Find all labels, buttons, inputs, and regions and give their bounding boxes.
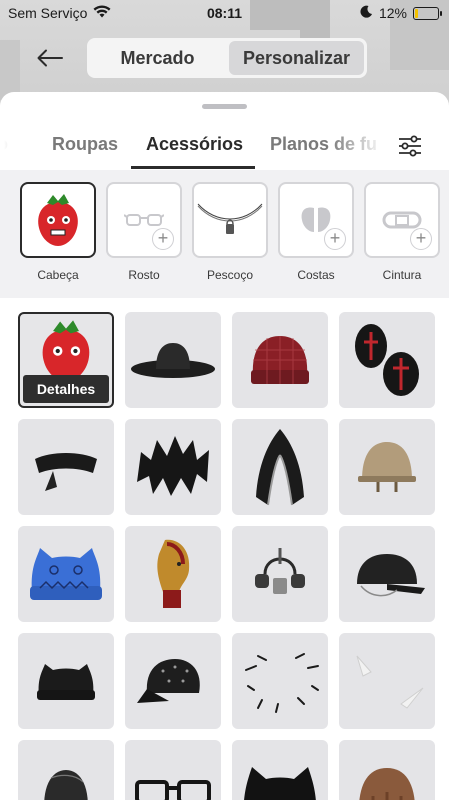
- tab-acessorios[interactable]: Acessórios: [146, 134, 243, 155]
- necklace-icon: [197, 203, 263, 234]
- category-rosto[interactable]: + Rosto: [106, 182, 182, 282]
- details-button[interactable]: Detalhes: [23, 375, 109, 403]
- active-tab-indicator: [131, 166, 255, 169]
- tab-roupas[interactable]: Roupas: [52, 134, 118, 155]
- item-black-bandana[interactable]: [18, 419, 114, 515]
- segment-mercado[interactable]: Mercado: [90, 41, 225, 75]
- item-neck-headphones[interactable]: [232, 526, 328, 622]
- item-black-spikes[interactable]: [232, 633, 328, 729]
- item-brown-hair[interactable]: [339, 740, 435, 800]
- item-black-cat-beanie[interactable]: [18, 633, 114, 729]
- item-black-hood[interactable]: [232, 419, 328, 515]
- status-right: 12%: [360, 5, 442, 21]
- category-label: Rosto: [128, 268, 160, 282]
- battery-icon: [413, 6, 442, 20]
- item-red-plaid-beanie[interactable]: [232, 312, 328, 408]
- tabs-fade-right: [330, 128, 390, 168]
- mode-segmented-control: Mercado Personalizar: [87, 38, 367, 78]
- sliders-icon: [399, 135, 421, 157]
- category-label: Pescoço: [206, 268, 254, 282]
- item-horse-helmet[interactable]: [125, 526, 221, 622]
- item-black-spiked-cap[interactable]: [125, 633, 221, 729]
- accessory-category-row: Cabeça + Rosto Pescoço + Costas + Cintur…: [0, 170, 449, 298]
- sheet-grabber[interactable]: [202, 104, 247, 109]
- item-black-fur-hair[interactable]: [125, 419, 221, 515]
- category-label: Cintura: [382, 268, 422, 282]
- category-costas[interactable]: + Costas: [278, 182, 354, 282]
- item-black-cap-chains[interactable]: [339, 526, 435, 622]
- arrow-left-icon: [37, 49, 63, 67]
- add-icon: +: [410, 228, 432, 250]
- status-bar: Sem Serviço 08:11 12%: [0, 0, 449, 26]
- category-cintura[interactable]: + Cintura: [364, 182, 440, 282]
- moon-icon: [360, 5, 373, 21]
- item-black-hair-clip[interactable]: [18, 740, 114, 800]
- add-icon: +: [324, 228, 346, 250]
- item-strawberry-head[interactable]: Detalhes: [18, 312, 114, 408]
- strawberry-head-icon: [20, 182, 96, 258]
- tabs-fade-left: [0, 128, 40, 168]
- item-black-glasses[interactable]: [125, 740, 221, 800]
- filter-button[interactable]: [394, 132, 426, 160]
- category-label: Cabeça: [37, 268, 79, 282]
- category-cabeca[interactable]: Cabeça: [20, 182, 96, 282]
- battery-percent: 12%: [378, 5, 407, 21]
- item-cross-earrings[interactable]: [339, 312, 435, 408]
- back-button[interactable]: [34, 44, 66, 72]
- segment-personalizar[interactable]: Personalizar: [229, 41, 364, 75]
- category-label: Costas: [297, 268, 335, 282]
- category-pescoco[interactable]: Pescoço: [192, 182, 268, 282]
- glasses-icon: [124, 214, 164, 226]
- item-blue-cat-beanie[interactable]: [18, 526, 114, 622]
- item-black-cowboy-hat[interactable]: [125, 312, 221, 408]
- add-icon: +: [152, 228, 174, 250]
- item-black-cat-ears[interactable]: [232, 740, 328, 800]
- item-tan-head-shell[interactable]: [339, 419, 435, 515]
- item-white-horns[interactable]: [339, 633, 435, 729]
